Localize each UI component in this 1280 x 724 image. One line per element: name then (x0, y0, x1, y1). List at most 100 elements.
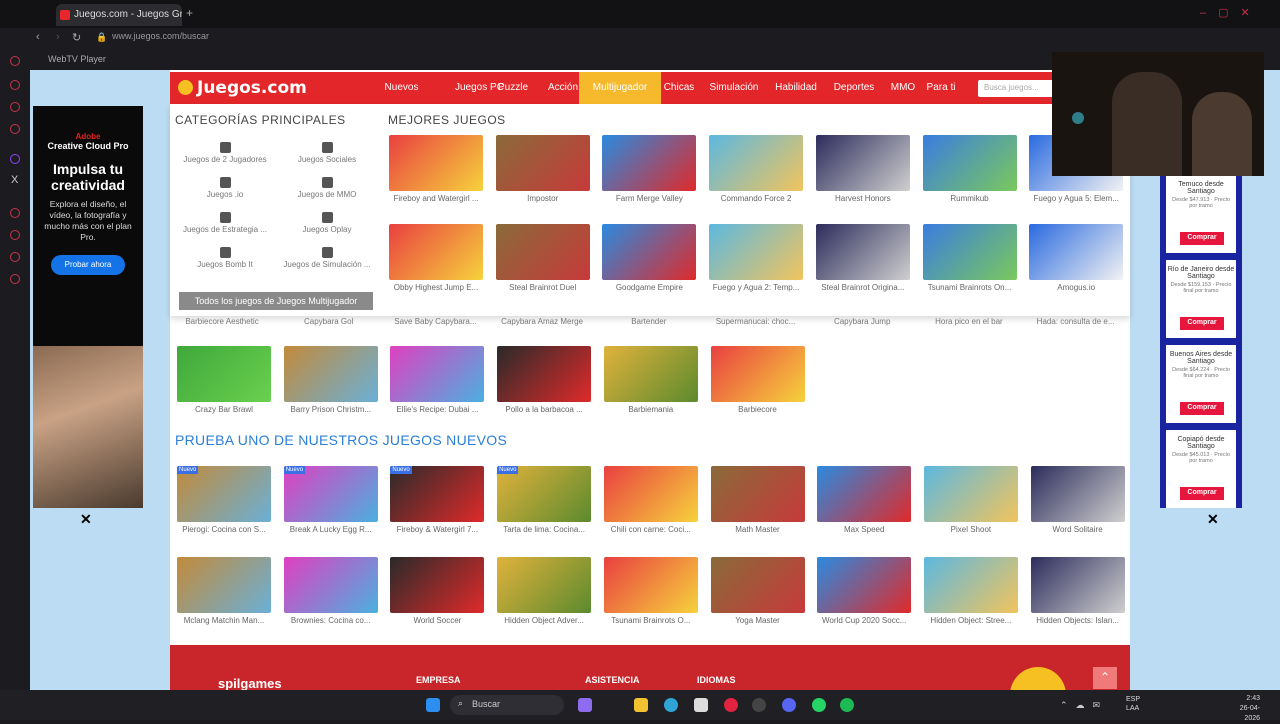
game-card[interactable]: Tsunami Brainrots O... (603, 557, 700, 625)
game-card[interactable]: Pollo a la barbacoa ... (497, 346, 593, 414)
right-ad-close-icon[interactable]: ✕ (1207, 511, 1219, 528)
all-multiplayer-button[interactable]: Todos los juegos de Juegos Multijugador (179, 292, 373, 310)
game-card[interactable]: Fireboy and Watergirl ... (389, 135, 485, 203)
category-link[interactable]: Juegos Oplay (277, 212, 377, 234)
game-card[interactable]: Farm Merge Valley (602, 135, 698, 203)
ad-cta-button[interactable]: Probar ahora (51, 255, 125, 275)
game-card[interactable]: Goodgame Empire (602, 224, 698, 292)
game-title[interactable]: Hora pico en el bar (922, 317, 1016, 326)
flight-offer-card[interactable]: Temuco desde Santiago Desde $47.913 · Pre… (1166, 175, 1236, 253)
store-icon[interactable] (694, 698, 708, 712)
game-card[interactable]: Barry Prison Christm... (283, 346, 380, 414)
game-card[interactable]: Math Master (710, 466, 807, 534)
right-ad[interactable]: Temuco desde Santiago Desde $47.913 · Pre… (1160, 175, 1242, 508)
browser-tab[interactable]: Juegos.com - Juegos Gra (56, 4, 182, 26)
flight-offer-card[interactable]: Río de Janeiro desde Santiago Desde $159.… (1166, 260, 1236, 338)
category-link[interactable]: Juegos Bomb It (175, 247, 275, 269)
game-card[interactable]: Obby Highest Jump E... (389, 224, 485, 292)
game-title[interactable]: Save Baby Capybara... (388, 317, 482, 326)
nav-item-nuevos[interactable]: Nuevos (384, 72, 419, 104)
nav-item-chicas[interactable]: Chicas (660, 72, 698, 104)
game-card[interactable]: Nuevo Break A Lucky Egg R... (283, 466, 380, 534)
game-card[interactable]: Steal Brainrot Duel (495, 224, 592, 292)
game-card[interactable]: World Soccer (390, 557, 486, 625)
nav-item-simulaci-n[interactable]: Simulación (708, 72, 760, 104)
game-card[interactable]: Yoga Master (710, 557, 807, 625)
nav-item-multijugador[interactable]: Multijugador (579, 72, 661, 104)
nav-item-para-ti[interactable]: Para ti (926, 72, 956, 104)
game-title[interactable]: Hada: consulta de e... (1029, 317, 1123, 326)
category-link[interactable]: Juegos de Simulación ... (277, 247, 377, 269)
flight-offer-card[interactable]: Buenos Aires desde Santiago Desde $64.224… (1166, 345, 1236, 423)
game-card[interactable]: Rummikub (922, 135, 1019, 203)
category-link[interactable]: Juegos .io (175, 177, 275, 199)
game-card[interactable]: Nuevo Tarta de lima: Cocina... (497, 466, 593, 534)
game-card[interactable]: Crazy Bar Brawl (177, 346, 273, 414)
nav-item-habilidad[interactable]: Habilidad (774, 72, 818, 104)
category-link[interactable]: Juegos de 2 Jugadores (175, 142, 275, 164)
taskbar-search[interactable]: ⌕ Buscar (450, 695, 564, 715)
sidebar-icon[interactable] (10, 80, 20, 90)
twitch-icon[interactable] (10, 154, 20, 164)
game-card[interactable]: Barbiemania (603, 346, 700, 414)
file-explorer-icon[interactable] (634, 698, 648, 712)
game-card[interactable]: Pixel Shoot (923, 466, 1020, 534)
window-controls[interactable]: –▢✕ (1200, 6, 1262, 19)
offer-cta-button[interactable]: Comprar (1180, 317, 1224, 330)
game-title[interactable]: Bartender (602, 317, 696, 326)
settings-icon[interactable] (10, 274, 20, 284)
left-ad[interactable]: Adobe Creative Cloud Pro Impulsa tu crea… (33, 106, 143, 508)
new-tab-button[interactable]: + (186, 6, 193, 20)
x-icon[interactable]: X (11, 174, 18, 186)
spotify-icon[interactable] (840, 698, 854, 712)
left-ad-close-icon[interactable]: ✕ (80, 511, 92, 528)
reload-icon[interactable]: ↻ (72, 31, 81, 44)
game-card[interactable]: Hidden Objects: Islan... (1030, 557, 1127, 625)
game-card[interactable]: Chili con carne: Coci... (603, 466, 700, 534)
game-card[interactable]: Harvest Honors (815, 135, 912, 203)
offer-cta-button[interactable]: Comprar (1180, 402, 1224, 415)
game-card[interactable]: Nuevo Fireboy & Watergirl 7... (390, 466, 486, 534)
search-input[interactable]: Busca juegos... (978, 80, 1054, 97)
sidebar-icon[interactable] (10, 102, 20, 112)
sidebar-icon[interactable] (10, 230, 20, 240)
language-indicator[interactable]: ESP LAA (1126, 695, 1140, 713)
nav-item-juegos-pc[interactable]: Juegos PC (455, 72, 504, 104)
game-card[interactable]: Brownies: Cocina co... (283, 557, 380, 625)
nav-item-mmo[interactable]: MMO (890, 72, 916, 104)
game-card[interactable]: Commando Force 2 (709, 135, 805, 203)
game-card[interactable]: Impostor (495, 135, 592, 203)
game-title[interactable]: Capybara Gol (282, 317, 376, 326)
nav-item-acci-n[interactable]: Acción (544, 72, 582, 104)
sidebar-icon[interactable] (10, 124, 20, 134)
copilot-icon[interactable] (578, 698, 592, 712)
game-card[interactable]: Barbiecore (710, 346, 807, 414)
category-link[interactable]: Juegos de Estrategia ... (175, 212, 275, 234)
category-link[interactable]: Juegos Sociales (277, 142, 377, 164)
game-card[interactable]: Tsunami Brainrots On... (922, 224, 1019, 292)
game-card[interactable]: Ellie's Recipe: Dubai ... (390, 346, 486, 414)
game-title[interactable]: Capybara Jump (815, 317, 909, 326)
site-logo[interactable]: Juegos.com (178, 78, 307, 98)
scroll-top-button[interactable]: ⌃ (1093, 667, 1117, 689)
game-title[interactable]: Supermanucai: choc... (709, 317, 803, 326)
game-card[interactable]: Steal Brainrot Origina... (815, 224, 912, 292)
game-card[interactable]: World Cup 2020 Socc... (817, 557, 913, 625)
offer-cta-button[interactable]: Comprar (1180, 232, 1224, 245)
game-title[interactable]: Capybara Amaz Merge (495, 317, 589, 326)
sidebar-icon[interactable] (10, 56, 20, 66)
sidebar-icon[interactable] (10, 252, 20, 262)
flight-offer-card[interactable]: Copiapó desde Santiago Desde $45.013 · Pr… (1166, 430, 1236, 508)
whatsapp-icon[interactable] (812, 698, 826, 712)
offer-cta-button[interactable]: Comprar (1180, 487, 1224, 500)
nav-item-deportes[interactable]: Deportes (830, 72, 878, 104)
game-card[interactable]: Amogus.io (1029, 224, 1125, 292)
game-card[interactable]: Mclang Matchin Man... (177, 557, 273, 625)
opera-icon[interactable] (752, 698, 766, 712)
sidebar-icon[interactable] (10, 208, 20, 218)
opera-gx-icon[interactable] (724, 698, 738, 712)
game-card[interactable]: Fuego y Agua 2: Temp... (709, 224, 805, 292)
game-card[interactable]: Max Speed (817, 466, 913, 534)
game-card[interactable]: Hidden Object Adver... (497, 557, 593, 625)
url-field[interactable]: www.juegos.com/buscar (112, 31, 209, 41)
